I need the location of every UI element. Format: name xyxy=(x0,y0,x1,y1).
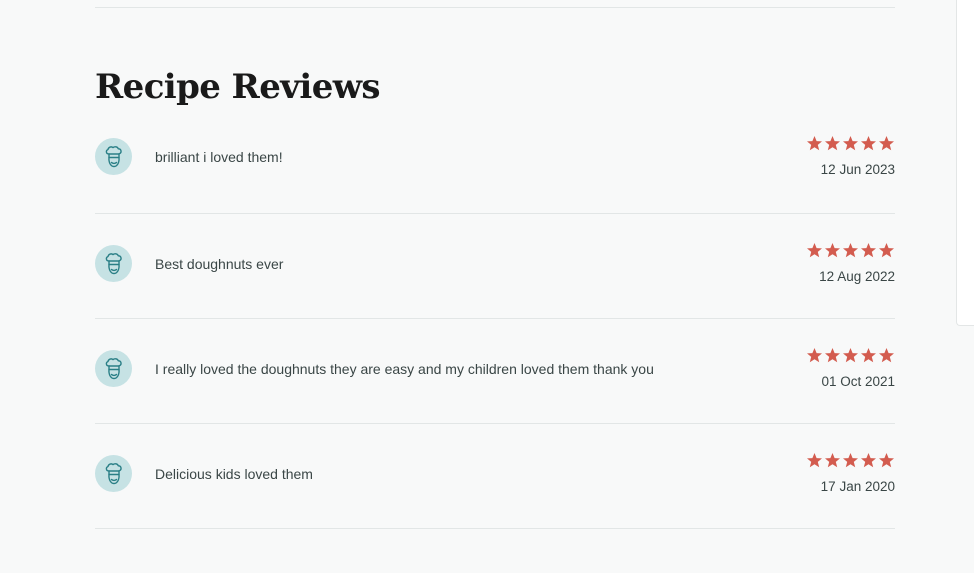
chef-hat-icon xyxy=(95,245,132,282)
review-item: brilliant i loved them! 12 Jun 2023 xyxy=(95,107,895,214)
review-item: Best doughnuts ever 12 Aug 2022 xyxy=(95,214,895,319)
star-icon xyxy=(825,136,840,151)
star-icon xyxy=(825,453,840,468)
star-icon xyxy=(825,348,840,363)
review-date: 01 Oct 2021 xyxy=(821,374,895,389)
review-text: I really loved the doughnuts they are ea… xyxy=(155,361,654,377)
review-text: Delicious kids loved them xyxy=(155,466,313,482)
chef-hat-icon xyxy=(95,455,132,492)
side-panel-edge xyxy=(956,0,974,326)
review-text: Best doughnuts ever xyxy=(155,256,284,272)
review-date: 12 Aug 2022 xyxy=(819,269,895,284)
review-date: 17 Jan 2020 xyxy=(820,479,895,494)
review-text: brilliant i loved them! xyxy=(155,149,283,165)
review-item: Delicious kids loved them 17 Jan 2020 xyxy=(95,424,895,529)
star-icon xyxy=(861,243,876,258)
star-icon xyxy=(861,453,876,468)
star-icon xyxy=(807,348,822,363)
star-icon xyxy=(861,348,876,363)
star-rating xyxy=(806,347,895,364)
star-icon xyxy=(843,348,858,363)
star-icon xyxy=(879,136,894,151)
star-icon xyxy=(861,136,876,151)
star-rating xyxy=(806,135,895,152)
star-icon xyxy=(879,243,894,258)
chef-hat-icon xyxy=(95,138,132,175)
reviews-page: Recipe Reviews brilliant i loved them! 1… xyxy=(0,0,974,573)
review-item: I really loved the doughnuts they are ea… xyxy=(95,319,895,424)
section-title: Recipe Reviews xyxy=(95,67,381,107)
star-icon xyxy=(843,243,858,258)
chef-hat-icon xyxy=(95,350,132,387)
star-icon xyxy=(807,136,822,151)
star-icon xyxy=(843,136,858,151)
star-icon xyxy=(807,243,822,258)
star-icon xyxy=(879,348,894,363)
star-rating xyxy=(806,452,895,469)
reviews-list: brilliant i loved them! 12 Jun 2023 Best… xyxy=(95,107,895,529)
star-rating xyxy=(806,242,895,259)
star-icon xyxy=(825,243,840,258)
review-date: 12 Jun 2023 xyxy=(820,162,895,177)
star-icon xyxy=(879,453,894,468)
top-divider xyxy=(95,7,895,8)
star-icon xyxy=(843,453,858,468)
star-icon xyxy=(807,453,822,468)
